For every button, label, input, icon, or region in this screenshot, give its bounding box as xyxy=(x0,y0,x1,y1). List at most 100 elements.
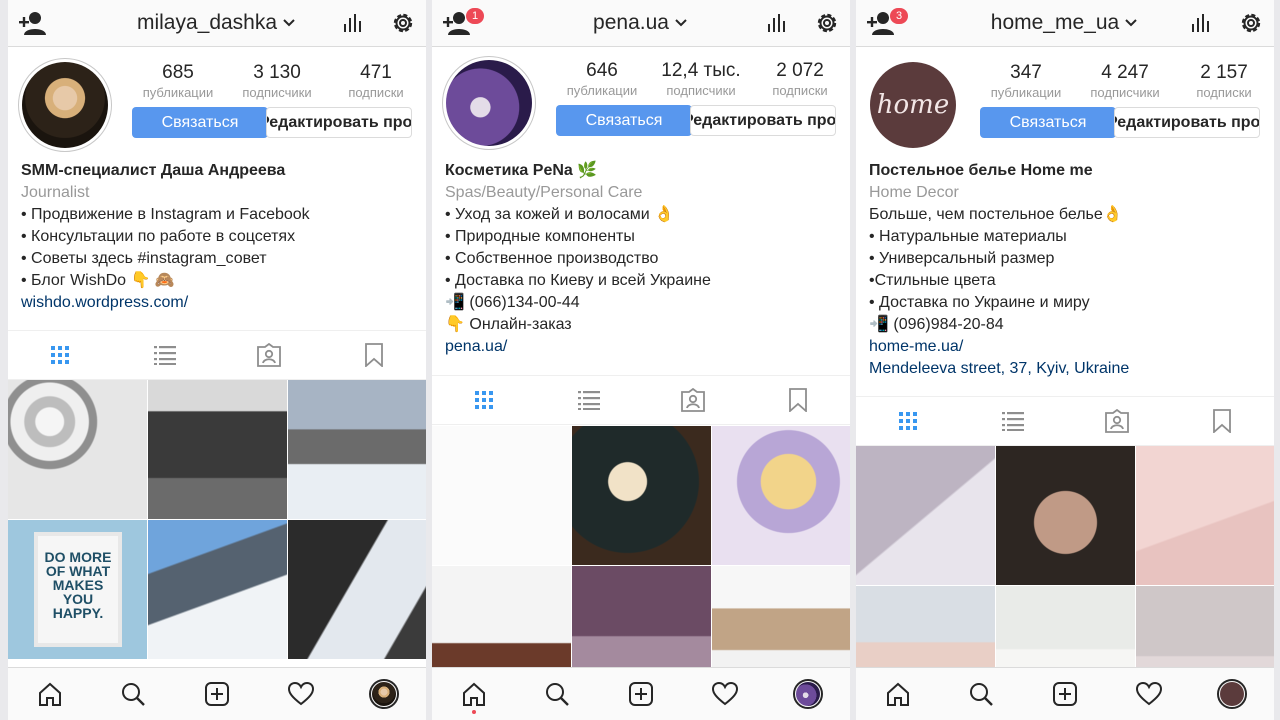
profile-screen-pena-ua: 1 pena.ua 646 публикации 12,4 тыс. подписч… xyxy=(432,0,850,720)
nav-activity[interactable] xyxy=(259,668,343,720)
top-bar: milaya_dashka xyxy=(8,0,426,47)
category: Spas/Beauty/Personal Care xyxy=(445,184,643,201)
stat-posts[interactable]: 685 публикации xyxy=(132,62,224,100)
post-thumbnail[interactable] xyxy=(148,380,287,519)
tab-list[interactable] xyxy=(113,331,218,379)
nav-new-post[interactable] xyxy=(599,668,683,720)
stat-posts[interactable]: 646 публикации xyxy=(556,60,648,98)
bio-line: • Уход за кожей и волосами 👌 xyxy=(445,206,675,223)
profile-screen-home-me-ua: 3 home_me_ua home 347 публикации 4 247 под… xyxy=(856,0,1274,720)
gear-icon[interactable] xyxy=(1238,10,1264,36)
username: milaya_dashka xyxy=(136,11,278,34)
contact-button[interactable]: Связаться xyxy=(556,105,692,136)
tab-list[interactable] xyxy=(961,397,1066,445)
home-icon xyxy=(38,682,61,706)
bio-line: • Советы здесь #instagram_совет xyxy=(21,250,267,267)
post-thumbnail[interactable] xyxy=(1136,446,1274,585)
website-link[interactable]: wishdo.wordpress.com/ xyxy=(21,292,416,314)
post-thumbnail[interactable] xyxy=(8,380,147,519)
profile-avatar[interactable]: home xyxy=(866,58,960,152)
post-thumbnail[interactable] xyxy=(148,520,287,659)
profile-bio: Косметика PeNa 🌿 Spas/Beauty/Personal Ca… xyxy=(445,160,840,358)
bio-line[interactable]: 📲 (096)984-20-84 xyxy=(869,314,1264,336)
tab-list[interactable] xyxy=(537,376,642,424)
post-thumbnail[interactable] xyxy=(856,446,995,585)
stat-followers[interactable]: 4 247 подписчики xyxy=(1079,62,1171,100)
profile-avatar[interactable] xyxy=(18,58,112,152)
bio-line: 👇 Онлайн-заказ xyxy=(445,316,572,333)
website-link[interactable]: pena.ua/ xyxy=(445,336,840,358)
nav-home[interactable] xyxy=(432,668,516,720)
post-thumbnail[interactable] xyxy=(288,520,426,659)
profile-bio: Постельное белье Home me Home Decor Боль… xyxy=(869,160,1264,380)
stat-followers[interactable]: 3 130 подписчики xyxy=(231,62,323,100)
nav-home[interactable] xyxy=(8,668,92,720)
stat-posts[interactable]: 347 публикации xyxy=(980,62,1072,100)
address-link[interactable]: Mendeleeva street, 37, Kyiv, Ukraine xyxy=(869,358,1264,380)
stat-following[interactable]: 2 072 подписки xyxy=(754,60,846,98)
gear-icon[interactable] xyxy=(814,10,840,36)
edit-profile-button[interactable]: Редактировать профиль xyxy=(690,105,836,136)
posts-grid xyxy=(432,426,850,705)
nav-search[interactable] xyxy=(940,668,1024,720)
bottom-nav xyxy=(8,667,426,720)
profile-avatar[interactable] xyxy=(442,56,536,150)
profile-avatar-icon xyxy=(793,679,824,709)
tagged-icon xyxy=(257,343,282,367)
list-icon xyxy=(1001,412,1024,431)
search-icon xyxy=(122,683,146,706)
contact-button[interactable]: Связаться xyxy=(132,107,268,138)
tab-grid[interactable] xyxy=(432,376,537,424)
chevron-down-icon xyxy=(283,19,295,27)
stat-following[interactable]: 471 подписки xyxy=(330,62,422,100)
insights-icon[interactable] xyxy=(342,12,364,34)
tab-saved[interactable] xyxy=(746,376,851,424)
profile-tabs xyxy=(856,396,1274,446)
edit-profile-button[interactable]: Редактировать профиль xyxy=(266,107,412,138)
list-icon xyxy=(153,346,176,365)
nav-activity[interactable] xyxy=(683,668,767,720)
new-post-icon xyxy=(204,682,229,706)
search-icon xyxy=(546,683,570,706)
tab-saved[interactable] xyxy=(1170,397,1275,445)
edit-profile-button[interactable]: Редактировать профиль xyxy=(1114,107,1260,138)
post-thumbnail[interactable]: DO MORE OF WHAT MAKES YOU HAPPY. xyxy=(8,520,147,659)
tab-tagged[interactable] xyxy=(641,376,746,424)
tab-tagged[interactable] xyxy=(1065,397,1170,445)
tab-saved[interactable] xyxy=(322,331,427,379)
stat-following[interactable]: 2 157 подписки xyxy=(1178,62,1270,100)
tab-grid[interactable] xyxy=(856,397,961,445)
grid-icon xyxy=(475,391,494,409)
stat-followers[interactable]: 12,4 тыс. подписчики xyxy=(655,60,747,98)
nav-profile[interactable] xyxy=(1190,668,1274,720)
list-icon xyxy=(577,391,600,410)
nav-new-post[interactable] xyxy=(1023,668,1107,720)
post-thumbnail[interactable] xyxy=(712,426,850,565)
contact-button[interactable]: Связаться xyxy=(980,107,1116,138)
insights-icon[interactable] xyxy=(766,12,788,34)
insights-icon[interactable] xyxy=(1190,12,1212,34)
tab-tagged[interactable] xyxy=(217,331,322,379)
bio-line: • Универсальный размер xyxy=(869,250,1055,267)
nav-activity[interactable] xyxy=(1107,668,1191,720)
nav-new-post[interactable] xyxy=(175,668,259,720)
post-thumbnail[interactable] xyxy=(572,426,711,565)
new-post-icon xyxy=(1052,682,1077,706)
website-link[interactable]: home-me.ua/ xyxy=(869,336,1264,358)
nav-home[interactable] xyxy=(856,668,940,720)
nav-search[interactable] xyxy=(92,668,176,720)
profile-tabs xyxy=(432,375,850,425)
tab-grid[interactable] xyxy=(8,331,113,379)
grid-icon xyxy=(51,346,70,364)
home-icon xyxy=(886,682,909,706)
nav-search[interactable] xyxy=(516,668,600,720)
nav-profile[interactable] xyxy=(342,668,426,720)
post-thumbnail[interactable] xyxy=(996,446,1135,585)
post-thumbnail[interactable] xyxy=(288,380,426,519)
gear-icon[interactable] xyxy=(390,10,416,36)
post-thumbnail[interactable] xyxy=(432,426,571,565)
home-icon xyxy=(462,682,485,706)
nav-profile[interactable] xyxy=(766,668,850,720)
tagged-icon xyxy=(1105,409,1130,433)
bio-line[interactable]: 📲 (066)134-00-44 xyxy=(445,292,840,314)
